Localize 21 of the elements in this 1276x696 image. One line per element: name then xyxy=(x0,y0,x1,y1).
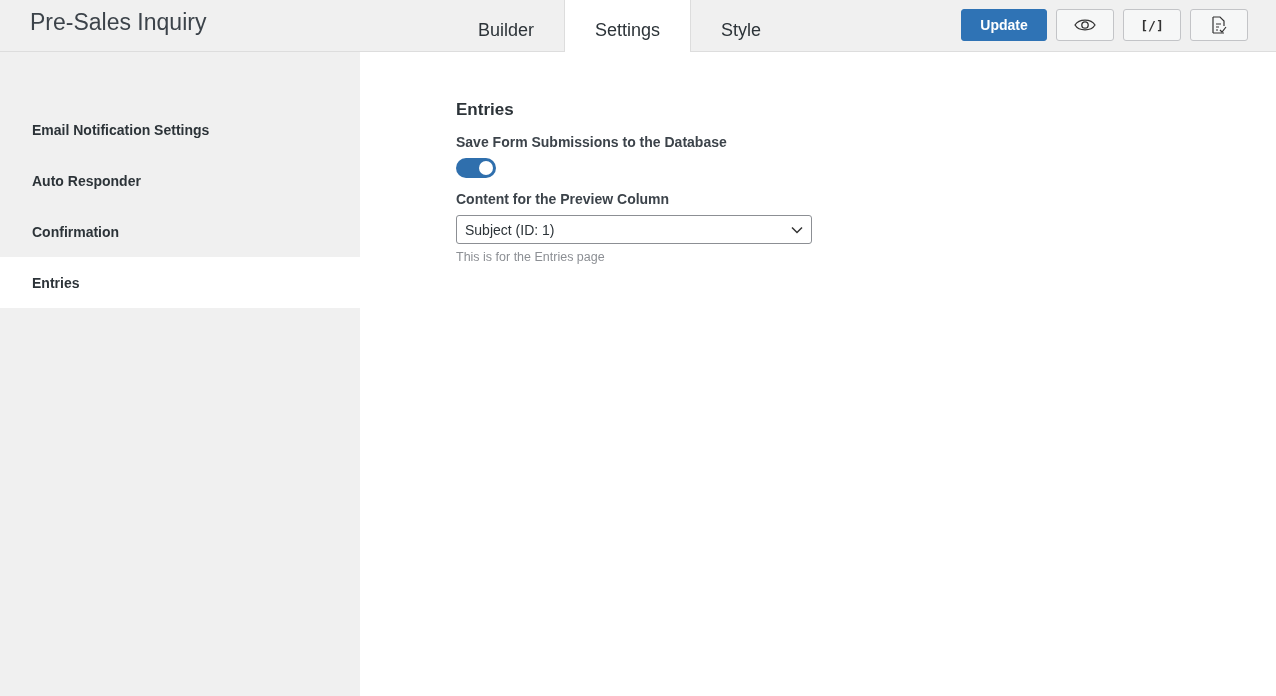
form-title: Pre-Sales Inquiry xyxy=(29,8,208,37)
tab[interactable]: Builder xyxy=(448,0,565,52)
field-label: Save Form Submissions to the Database xyxy=(456,134,728,150)
chevron-down-icon xyxy=(791,225,803,234)
sidebar-item[interactable]: Auto Responder xyxy=(0,155,360,206)
entries-button[interactable] xyxy=(1190,9,1248,41)
preview-column-select[interactable]: Subject (ID: 1) xyxy=(456,215,812,244)
embed-code-button[interactable]: [/] xyxy=(1123,9,1181,41)
eye-icon xyxy=(1074,18,1096,32)
tab[interactable]: Style xyxy=(691,0,792,52)
sidebar-item[interactable]: Confirmation xyxy=(0,206,360,257)
tab[interactable]: Settings xyxy=(564,0,692,52)
toggle-switch[interactable] xyxy=(456,158,496,178)
document-check-icon xyxy=(1211,15,1227,35)
help-text: This is for the Entries page xyxy=(456,250,606,264)
preview-button[interactable] xyxy=(1056,9,1114,41)
sidebar-item[interactable]: Entries xyxy=(0,257,360,308)
update-button[interactable]: Update xyxy=(961,9,1047,41)
sidebar-item[interactable]: Email Notification Settings xyxy=(0,104,360,155)
field-label: Content for the Preview Column xyxy=(456,191,671,207)
section-heading: Entries xyxy=(456,100,515,120)
